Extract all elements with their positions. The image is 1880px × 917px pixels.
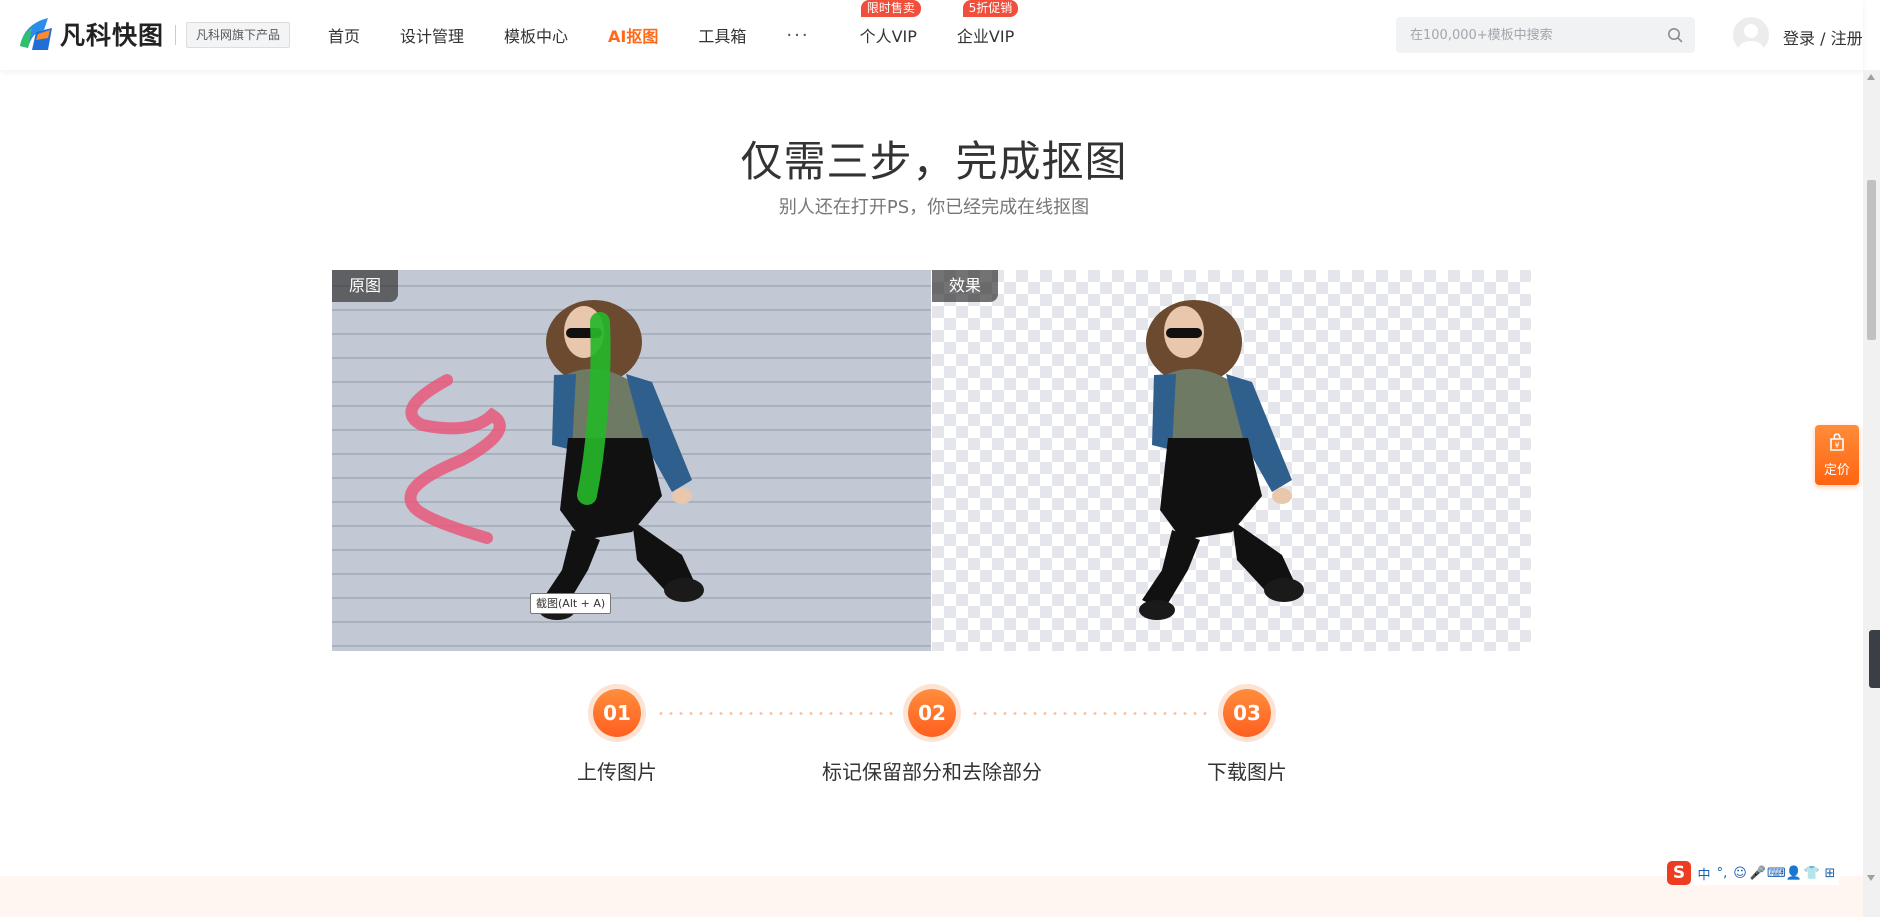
ime-skin-icon[interactable]: 👕: [1803, 866, 1821, 881]
ime-toolbar: S 中 °, ☺ 🎤 ⌨ 👤 👕 ⊞: [1667, 861, 1839, 885]
screenshot-tooltip: 截图(Alt + A): [530, 593, 612, 614]
scroll-thumb[interactable]: [1867, 180, 1876, 340]
nav-template-center[interactable]: 模板中心: [504, 23, 568, 47]
nav-design-management[interactable]: 设计管理: [400, 23, 464, 47]
nav-personal-vip-label: 个人VIP: [859, 27, 917, 46]
step-2-circle: 02: [908, 689, 956, 737]
nav-ai-cutout[interactable]: AI抠图: [608, 23, 658, 47]
original-label: 原图: [332, 270, 399, 302]
remove-marker-stroke: [404, 374, 506, 544]
logo-text: 凡科快图: [60, 21, 165, 50]
ime-punctuation-icon[interactable]: °,: [1713, 866, 1731, 881]
avatar[interactable]: [1733, 17, 1769, 53]
pricing-button[interactable]: ¥ 定价: [1815, 425, 1859, 485]
person-figure: [539, 300, 704, 620]
search-icon[interactable]: [1667, 27, 1683, 43]
top-header: 凡科快图 凡科网旗下产品 首页 设计管理 模板中心 AI抠图 工具箱 ··· 个…: [0, 0, 1863, 70]
original-image-panel: 原图 截图(Alt + A): [332, 270, 931, 651]
step-3-label: 下载图片: [1207, 760, 1287, 784]
ime-keyboard-icon[interactable]: ⌨: [1767, 866, 1786, 881]
nav-toolbox[interactable]: 工具箱: [698, 23, 746, 47]
ime-emoji-icon[interactable]: ☺: [1731, 866, 1749, 881]
nav-enterprise-vip-label: 企业VIP: [956, 27, 1015, 46]
step-connector-2: [970, 712, 1208, 715]
main-nav: 首页 设计管理 模板中心 AI抠图 工具箱 ··· 个人VIP 限时售卖 企业V…: [328, 0, 1054, 70]
nav-home[interactable]: 首页: [328, 23, 360, 47]
nav-enterprise-vip[interactable]: 企业VIP 5折促销: [956, 0, 1019, 47]
discount-badge: 5折促销: [962, 0, 1019, 17]
ime-chinese-mode[interactable]: 中: [1695, 864, 1713, 883]
next-section-band: [0, 876, 1863, 917]
step-3-circle: 03: [1223, 689, 1271, 737]
nav-more-icon[interactable]: ···: [786, 25, 809, 46]
original-photo: [332, 285, 931, 647]
svg-text:¥: ¥: [1834, 441, 1839, 450]
result-image-panel: 效果: [932, 270, 1531, 651]
logo-divider: [175, 25, 176, 45]
step-1-label: 上传图片: [577, 760, 657, 784]
search-input[interactable]: [1410, 25, 1650, 45]
page-scrollbar[interactable]: [1863, 70, 1880, 917]
nav-personal-vip[interactable]: 个人VIP 限时售卖: [859, 0, 921, 47]
step-1-circle: 01: [593, 689, 641, 737]
step-connector-1: [656, 712, 894, 715]
step-2-label: 标记保留部分和去除部分: [822, 760, 1042, 784]
logo[interactable]: 凡科快图: [18, 16, 164, 52]
price-tag-icon: ¥: [1830, 433, 1844, 451]
logo-icon: [20, 18, 52, 50]
section-subtitle: 别人还在打开PS，你已经完成在线抠图: [778, 197, 1090, 218]
result-label: 效果: [932, 270, 999, 302]
side-panel-handle[interactable]: [1869, 630, 1880, 688]
user-icon: [1738, 24, 1764, 53]
scroll-down-arrow-icon[interactable]: [1867, 875, 1875, 881]
scroll-up-arrow-icon[interactable]: [1867, 74, 1875, 80]
cutout-photo: [1139, 300, 1304, 620]
ime-menu-icon[interactable]: ⊞: [1821, 866, 1839, 881]
section-title: 仅需三步，完成抠图: [740, 137, 1128, 186]
person-cutout: [1139, 300, 1304, 620]
brand-badge: 凡科网旗下产品: [186, 22, 291, 48]
search-box: [1396, 17, 1695, 53]
pricing-label: 定价: [1823, 463, 1850, 478]
ime-voice-icon[interactable]: 🎤: [1749, 866, 1767, 881]
ime-user-icon[interactable]: 👤: [1785, 866, 1803, 881]
limited-sale-badge: 限时售卖: [860, 0, 921, 17]
ime-logo-icon[interactable]: S: [1667, 861, 1691, 885]
login-register-link[interactable]: 登录 / 注册: [1783, 25, 1863, 49]
